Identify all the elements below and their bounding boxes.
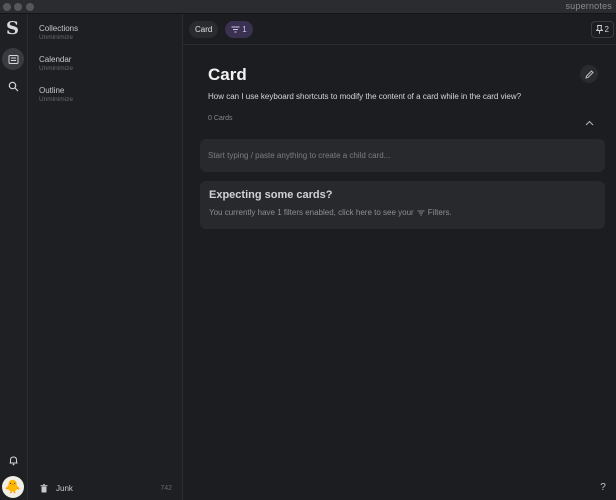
junk-label: Junk: [56, 483, 73, 493]
filter-count: 1: [242, 25, 247, 34]
app-logo-icon[interactable]: S: [6, 19, 19, 39]
sidebar: Collections Unminimize Calendar Unminimi…: [28, 14, 183, 500]
tab-card[interactable]: Card: [189, 21, 219, 38]
filter-icon: [231, 26, 240, 33]
card-count: 0 Cards: [208, 115, 233, 122]
cards-view-button[interactable]: [2, 48, 24, 70]
chevron-up-icon: [585, 120, 594, 126]
search-icon: [8, 81, 18, 91]
pinned-count: 2: [604, 25, 609, 34]
empty-state-text: You currently have 1 filters enabled, cl…: [209, 208, 414, 217]
sliders-icon: [8, 54, 18, 64]
icon-rail: S 🐥: [0, 14, 28, 500]
child-card-input[interactable]: [208, 139, 598, 172]
help-button[interactable]: ?: [595, 479, 611, 495]
empty-state-panel[interactable]: Expecting some cards? You currently have…: [200, 181, 605, 229]
user-avatar[interactable]: 🐥: [2, 476, 24, 498]
pinned-button[interactable]: 2: [590, 21, 614, 38]
empty-state-title: Expecting some cards?: [209, 189, 333, 201]
unminimize-link[interactable]: Unminimize: [39, 34, 78, 42]
window-minimize-button[interactable]: [14, 3, 22, 11]
unminimize-link[interactable]: Unminimize: [39, 96, 73, 104]
unminimize-link[interactable]: Unminimize: [39, 65, 73, 73]
sidebar-item-calendar[interactable]: Calendar Unminimize: [39, 55, 73, 73]
sidebar-item-title: Outline: [39, 86, 65, 95]
filter-button[interactable]: 1: [225, 21, 253, 38]
sidebar-item-collections[interactable]: Collections Unminimize: [39, 24, 78, 42]
sidebar-item-title: Collections: [39, 24, 79, 33]
bell-icon: [9, 455, 17, 465]
collapse-button[interactable]: [585, 113, 594, 131]
sidebar-item-title: Calendar: [39, 55, 72, 64]
child-card-input-box: [200, 139, 605, 172]
pencil-icon: [584, 69, 594, 79]
edit-button[interactable]: [580, 65, 598, 83]
card-title[interactable]: Card: [208, 65, 247, 85]
sidebar-item-junk[interactable]: Junk 742: [40, 482, 172, 494]
pin-icon: [595, 25, 603, 34]
card-content[interactable]: How can I use keyboard shortcuts to modi…: [208, 92, 521, 101]
app-brand: supernotes: [565, 1, 612, 11]
window-close-button[interactable]: [3, 3, 11, 11]
top-bar: Card 1 2: [183, 14, 616, 45]
card-view: Card How can I use keyboard shortcuts to…: [183, 45, 616, 500]
window-zoom-button[interactable]: [26, 3, 34, 11]
junk-count: 742: [160, 484, 172, 492]
trash-icon: [40, 483, 48, 492]
notifications-button[interactable]: [2, 449, 24, 471]
filter-icon: [417, 210, 425, 215]
empty-state-filters-link[interactable]: Filters.: [428, 208, 452, 217]
search-button[interactable]: [2, 75, 24, 97]
empty-state-message[interactable]: You currently have 1 filters enabled, cl…: [209, 208, 452, 217]
window-titlebar: supernotes: [0, 0, 616, 14]
sidebar-item-outline[interactable]: Outline Unminimize: [39, 86, 73, 104]
